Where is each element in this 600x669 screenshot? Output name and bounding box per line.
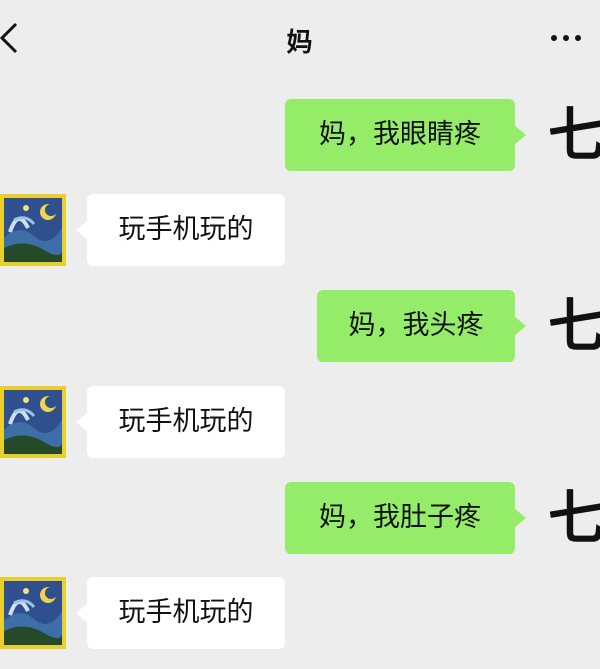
my-avatar[interactable]: 七 xyxy=(542,99,600,171)
my-avatar-text: 七 xyxy=(548,292,600,360)
mom-avatar[interactable] xyxy=(0,577,66,649)
starry-night-painting-avatar xyxy=(4,390,62,454)
ellipsis-icon xyxy=(551,35,581,41)
mom-avatar[interactable] xyxy=(0,194,66,266)
my-avatar-text: 七 xyxy=(548,484,600,552)
my-avatar[interactable]: 七 xyxy=(542,482,600,554)
my-avatar-text: 七 xyxy=(548,101,600,169)
mom-avatar[interactable] xyxy=(0,386,66,458)
message-bubble-received[interactable]: 玩手机玩的 xyxy=(76,194,285,266)
chat-title: 妈 xyxy=(286,28,314,58)
starry-night-painting-avatar xyxy=(4,581,62,645)
starry-night-painting-avatar xyxy=(4,198,62,262)
chat-header: 妈 xyxy=(0,0,600,76)
message-bubble-sent[interactable]: 妈，我眼睛疼 xyxy=(285,99,526,171)
message-bubble-received[interactable]: 玩手机玩的 xyxy=(76,386,285,458)
message-bubble-received[interactable]: 玩手机玩的 xyxy=(76,577,285,649)
message-bubble-sent[interactable]: 妈，我头疼 xyxy=(317,290,526,362)
my-avatar[interactable]: 七 xyxy=(542,290,600,362)
more-options-button[interactable] xyxy=(546,26,586,50)
message-bubble-sent[interactable]: 妈，我肚子疼 xyxy=(285,482,526,554)
